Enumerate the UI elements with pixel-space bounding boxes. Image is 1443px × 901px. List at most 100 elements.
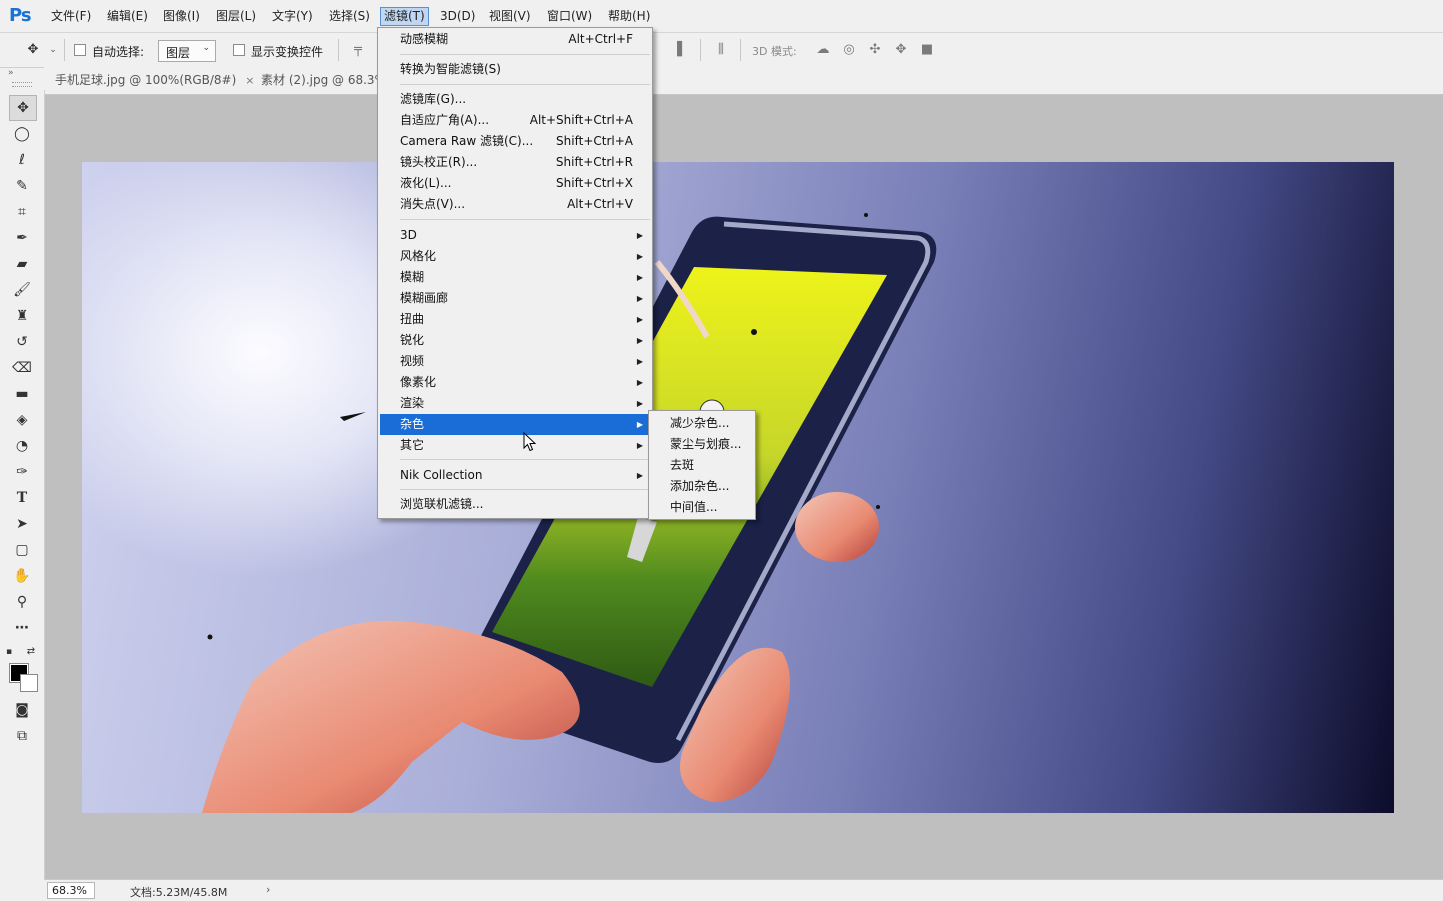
menu-item-vanishing-point[interactable]: 消失点(V)... Alt+Ctrl+V [380, 194, 650, 215]
default-colors-icon[interactable]: ▪ [2, 640, 16, 664]
menu-item-blur-gallery[interactable]: 模糊画廊 ▶ [380, 288, 650, 309]
clone-stamp-icon[interactable]: ♜ [9, 304, 35, 328]
brush-icon[interactable]: 🖌 [9, 278, 35, 302]
menu-item-sharpen[interactable]: 锐化 ▶ [380, 330, 650, 351]
elliptical-marquee-icon[interactable]: ◯ [9, 122, 35, 146]
roll-3d-icon[interactable]: ◎ [840, 41, 858, 59]
menu-item-label: 动感模糊 [400, 32, 449, 46]
drag-3d-icon[interactable]: ✣ [866, 41, 884, 59]
menu-item-3d[interactable]: 3D ▶ [380, 225, 650, 246]
document-size-info[interactable]: 文档:5.23M/45.8M [130, 884, 227, 900]
menu-item-nik-collection[interactable]: Nik Collection ▶ [380, 465, 650, 486]
menu-item-shortcut: Shift+Ctrl+X [556, 176, 633, 190]
gradient-icon[interactable]: ▬ [9, 382, 35, 406]
photoshop-logo: Ps [9, 5, 32, 26]
status-menu-arrow[interactable]: › [266, 883, 270, 896]
tab-document-1[interactable]: 手机足球.jpg @ 100%(RGB/8#) × [55, 67, 255, 94]
slide-3d-icon[interactable]: ✥ [892, 41, 910, 59]
submenu-item-median[interactable]: 中间值... [651, 497, 753, 518]
menu-help[interactable]: 帮助(H) [605, 8, 653, 25]
submenu-item-add-noise[interactable]: 添加杂色... [651, 476, 753, 497]
type-tool-icon[interactable]: T [9, 486, 35, 510]
submenu-item-despeckle[interactable]: 去斑 [651, 455, 753, 476]
menu-item-adaptive-wide-angle[interactable]: 自适应广角(A)... Alt+Shift+Ctrl+A [380, 110, 650, 131]
menu-item-label: 视频 [400, 354, 425, 368]
background-color-swatch[interactable] [20, 674, 38, 692]
shape-tool-icon[interactable]: ▢ [9, 538, 35, 562]
hand-icon[interactable]: ✋ [9, 564, 35, 588]
menu-item-filter-gallery[interactable]: 滤镜库(G)... [380, 89, 650, 110]
blur-icon[interactable]: ◈ [9, 408, 35, 432]
panel-grip[interactable] [12, 82, 32, 87]
swap-colors-icon[interactable]: ⇄ [24, 640, 38, 664]
filter-menu-dropdown: 动感模糊 Alt+Ctrl+F 转换为智能滤镜(S) 滤镜库(G)... 自适应… [377, 27, 653, 519]
dodge-icon[interactable]: ◔ [9, 434, 35, 458]
submenu-arrow-icon: ▶ [636, 336, 643, 345]
menu-filter[interactable]: 滤镜(T) [380, 7, 429, 26]
submenu-item-reduce-noise[interactable]: 减少杂色... [651, 413, 753, 434]
menu-item-label: 浏览联机滤镜... [400, 497, 484, 511]
menu-item-last-filter[interactable]: 动感模糊 Alt+Ctrl+F [380, 29, 650, 50]
quick-selection-icon[interactable]: ✎ [9, 174, 35, 198]
auto-select-target-select[interactable]: 图层 ⌄ [158, 40, 216, 62]
more-tools-icon[interactable]: ⋯ [9, 616, 35, 640]
menu-window[interactable]: 窗口(W) [544, 8, 595, 25]
menu-edit[interactable]: 编辑(E) [104, 8, 151, 25]
screen-mode-icon[interactable]: ⧉ [9, 724, 35, 748]
menu-item-noise[interactable]: 杂色 ▶ [380, 414, 650, 435]
align-top-icon[interactable]: ╤ [349, 41, 367, 59]
align-right-icon[interactable]: ▐ [668, 41, 686, 59]
path-selection-icon[interactable]: ➤ [9, 512, 35, 536]
submenu-item-dust-scratches[interactable]: 蒙尘与划痕... [651, 434, 753, 455]
zoom-icon[interactable]: ⚲ [9, 590, 35, 614]
crop-icon[interactable]: ⌗ [9, 200, 35, 224]
menu-type[interactable]: 文字(Y) [269, 8, 316, 25]
lasso-icon[interactable]: ℓ [9, 148, 35, 172]
menu-item-liquify[interactable]: 液化(L)... Shift+Ctrl+X [380, 173, 650, 194]
menu-layer[interactable]: 图层(L) [213, 8, 259, 25]
tab-document-2-label: 素材 (2).jpg @ 68.3% [261, 73, 386, 87]
menu-view[interactable]: 视图(V) [486, 8, 534, 25]
collapse-panel-icon[interactable]: » [8, 68, 14, 78]
healing-brush-icon[interactable]: ▰ [9, 252, 35, 276]
mouse-cursor-icon [523, 432, 537, 452]
zoom-level-field[interactable]: 68.3% [47, 882, 95, 899]
menu-item-stylize[interactable]: 风格化 ▶ [380, 246, 650, 267]
menu-3d[interactable]: 3D(D) [437, 8, 478, 25]
menu-item-render[interactable]: 渲染 ▶ [380, 393, 650, 414]
menu-item-browse-filters-online[interactable]: 浏览联机滤镜... [380, 494, 650, 515]
menu-item-video[interactable]: 视频 ▶ [380, 351, 650, 372]
menu-item-label: 模糊画廊 [400, 291, 449, 305]
menu-item-lens-correction[interactable]: 镜头校正(R)... Shift+Ctrl+R [380, 152, 650, 173]
move-tool-icon[interactable]: ✥ [9, 95, 37, 121]
chevron-down-icon[interactable]: ⌄ [44, 41, 62, 59]
menu-image[interactable]: 图像(I) [160, 8, 203, 25]
move-tool-preset-icon[interactable]: ✥ [24, 41, 42, 59]
menu-select[interactable]: 选择(S) [326, 8, 373, 25]
menu-item-label: 中间值... [670, 500, 718, 514]
auto-select-checkbox[interactable] [74, 44, 86, 56]
show-transform-checkbox[interactable] [233, 44, 245, 56]
submenu-arrow-icon: ▶ [636, 231, 643, 240]
eraser-icon[interactable]: ⌫ [9, 356, 35, 380]
pen-icon[interactable]: ✑ [9, 460, 35, 484]
menu-item-distort[interactable]: 扭曲 ▶ [380, 309, 650, 330]
menu-item-other[interactable]: 其它 ▶ [380, 435, 650, 456]
menu-item-pixelate[interactable]: 像素化 ▶ [380, 372, 650, 393]
submenu-arrow-icon: ▶ [636, 420, 643, 429]
quick-mask-icon[interactable]: ◙ [9, 698, 35, 722]
menu-item-camera-raw[interactable]: Camera Raw 滤镜(C)... Shift+Ctrl+A [380, 131, 650, 152]
auto-select-target-value: 图层 [166, 46, 191, 60]
history-brush-icon[interactable]: ↺ [9, 330, 35, 354]
scale-3d-icon[interactable]: ■ [918, 41, 936, 59]
menu-item-convert-smart-filter[interactable]: 转换为智能滤镜(S) [380, 59, 650, 80]
status-bar: 68.3% 文档:5.23M/45.8M › [44, 879, 1443, 901]
orbit-3d-icon[interactable]: ☁ [814, 41, 832, 59]
menu-item-label: 像素化 [400, 375, 437, 389]
tab-document-2[interactable]: 素材 (2).jpg @ 68.3% [261, 67, 386, 94]
close-icon[interactable]: × [245, 74, 254, 87]
menu-file[interactable]: 文件(F) [48, 8, 94, 25]
menu-item-blur[interactable]: 模糊 ▶ [380, 267, 650, 288]
distribute-icon[interactable]: ⫼ [712, 41, 730, 59]
eyedropper-icon[interactable]: ✒ [9, 226, 35, 250]
